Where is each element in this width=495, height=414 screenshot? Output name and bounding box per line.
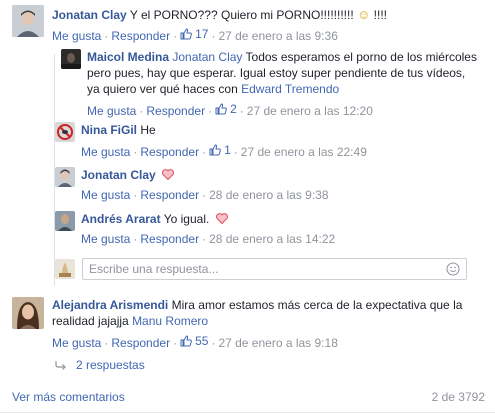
comment-body: Alejandra Arismendi Mira amor estamos má… [52, 298, 463, 350]
reply-jonatan-clay: Jonatan Clay Me gusta · Responder · 28 de en… [55, 167, 329, 203]
like-button[interactable]: Me gusta [52, 336, 101, 350]
avatar[interactable] [55, 211, 75, 231]
comment-timestamp[interactable]: 27 de enero a las 9:18 [218, 336, 337, 350]
comment-author[interactable]: Jonatan Clay [52, 8, 127, 22]
heart-icon [215, 213, 228, 224]
reply-arrow-icon [55, 361, 66, 370]
like-button[interactable]: Me gusta [81, 188, 130, 202]
comment-jonatan-clay: Jonatan Clay Y el PORNO??? Quiero mi POR… [12, 5, 387, 44]
reply-body: Andrés Ararat Yo igual. Me gusta · Respond… [81, 212, 336, 246]
reply-timestamp[interactable]: 28 de enero a las 9:38 [209, 188, 328, 202]
reply-text: Yo igual. [163, 212, 210, 226]
reply-button[interactable]: Responder [140, 188, 199, 202]
thumbs-up-icon [180, 335, 192, 347]
comment-body: Jonatan Clay Y el PORNO??? Quiero mi POR… [52, 7, 387, 43]
reply-button[interactable]: Responder [146, 104, 205, 118]
comment-text-after: !!!! [373, 8, 387, 22]
reply-button[interactable]: Responder [111, 336, 170, 350]
reply-timestamp[interactable]: 27 de enero a las 22:49 [241, 145, 367, 159]
reply-button[interactable]: Responder [111, 29, 170, 43]
reply-input[interactable] [89, 262, 446, 276]
comment-text: Y el PORNO??? Quiero mi PORNO!!!!!!!!!! [129, 8, 354, 22]
replies-count-label: 2 respuestas [76, 358, 145, 372]
reply-timestamp[interactable]: 27 de enero a las 12:20 [247, 104, 373, 118]
mention-link[interactable]: Jonatan Clay [172, 50, 242, 64]
heart-icon [162, 169, 174, 180]
reply-author[interactable]: Jonatan Clay [81, 168, 156, 182]
reply-button[interactable]: Responder [140, 145, 199, 159]
comment-timestamp[interactable]: 27 de enero a las 9:36 [218, 29, 337, 43]
avatar[interactable] [61, 49, 81, 69]
comments-footer: Ver más comentarios 2 de 3792 [12, 390, 485, 404]
like-button[interactable]: Me gusta [52, 29, 101, 43]
reply-text: He [140, 123, 156, 137]
divider [0, 412, 495, 413]
mention-link[interactable]: Manu Romero [132, 314, 208, 328]
like-count[interactable]: 1 [209, 142, 231, 158]
emoji-icon[interactable] [446, 262, 460, 276]
reply-author[interactable]: Nina FiGil [81, 123, 137, 137]
reply-nina-figil: Nina FiGil He Me gusta · Responder · 1 · 27 de… [55, 122, 367, 160]
like-button[interactable]: Me gusta [81, 145, 130, 159]
comment-alejandra-arismendi: Alejandra Arismendi Mira amor estamos má… [12, 297, 487, 351]
mention-link-2[interactable]: Edward Tremendo [241, 82, 339, 96]
reply-timestamp[interactable]: 28 de enero a las 14:22 [209, 232, 335, 246]
like-count[interactable]: 2 [215, 101, 237, 117]
thumbs-up-icon [209, 144, 221, 156]
like-count[interactable]: 17 [180, 26, 208, 42]
comments-count: 2 de 3792 [431, 390, 485, 404]
thumbs-up-icon [215, 103, 227, 115]
smile-emoji-icon: ☺ [357, 7, 371, 22]
reply-input-box[interactable] [82, 258, 467, 280]
view-replies-link[interactable]: 2 respuestas [55, 358, 145, 372]
comment-author[interactable]: Alejandra Arismendi [52, 298, 168, 312]
reply-author[interactable]: Maicol Medina [87, 50, 169, 64]
avatar[interactable] [12, 5, 44, 37]
thumbs-up-icon [180, 28, 192, 40]
reply-body: Maicol Medina Jonatan Clay Todos esperam… [87, 50, 477, 118]
reply-maicol-medina: Maicol Medina Jonatan Clay Todos esperam… [61, 49, 481, 119]
current-user-avatar [55, 259, 75, 279]
reply-andres-ararat: Andrés Ararat Yo igual. Me gusta · Respond… [55, 211, 335, 247]
view-more-comments-link[interactable]: Ver más comentarios [12, 390, 125, 404]
like-button[interactable]: Me gusta [87, 104, 136, 118]
reply-author[interactable]: Andrés Ararat [81, 212, 161, 226]
like-button[interactable]: Me gusta [81, 232, 130, 246]
reply-body: Nina FiGil He Me gusta · Responder · 1 · 27 de… [81, 123, 367, 159]
reply-body: Jonatan Clay Me gusta · Responder · 28 de en… [81, 168, 329, 202]
avatar[interactable] [55, 122, 75, 142]
like-count[interactable]: 55 [180, 333, 208, 349]
avatar[interactable] [12, 297, 44, 329]
avatar[interactable] [55, 167, 75, 187]
reply-button[interactable]: Responder [140, 232, 199, 246]
